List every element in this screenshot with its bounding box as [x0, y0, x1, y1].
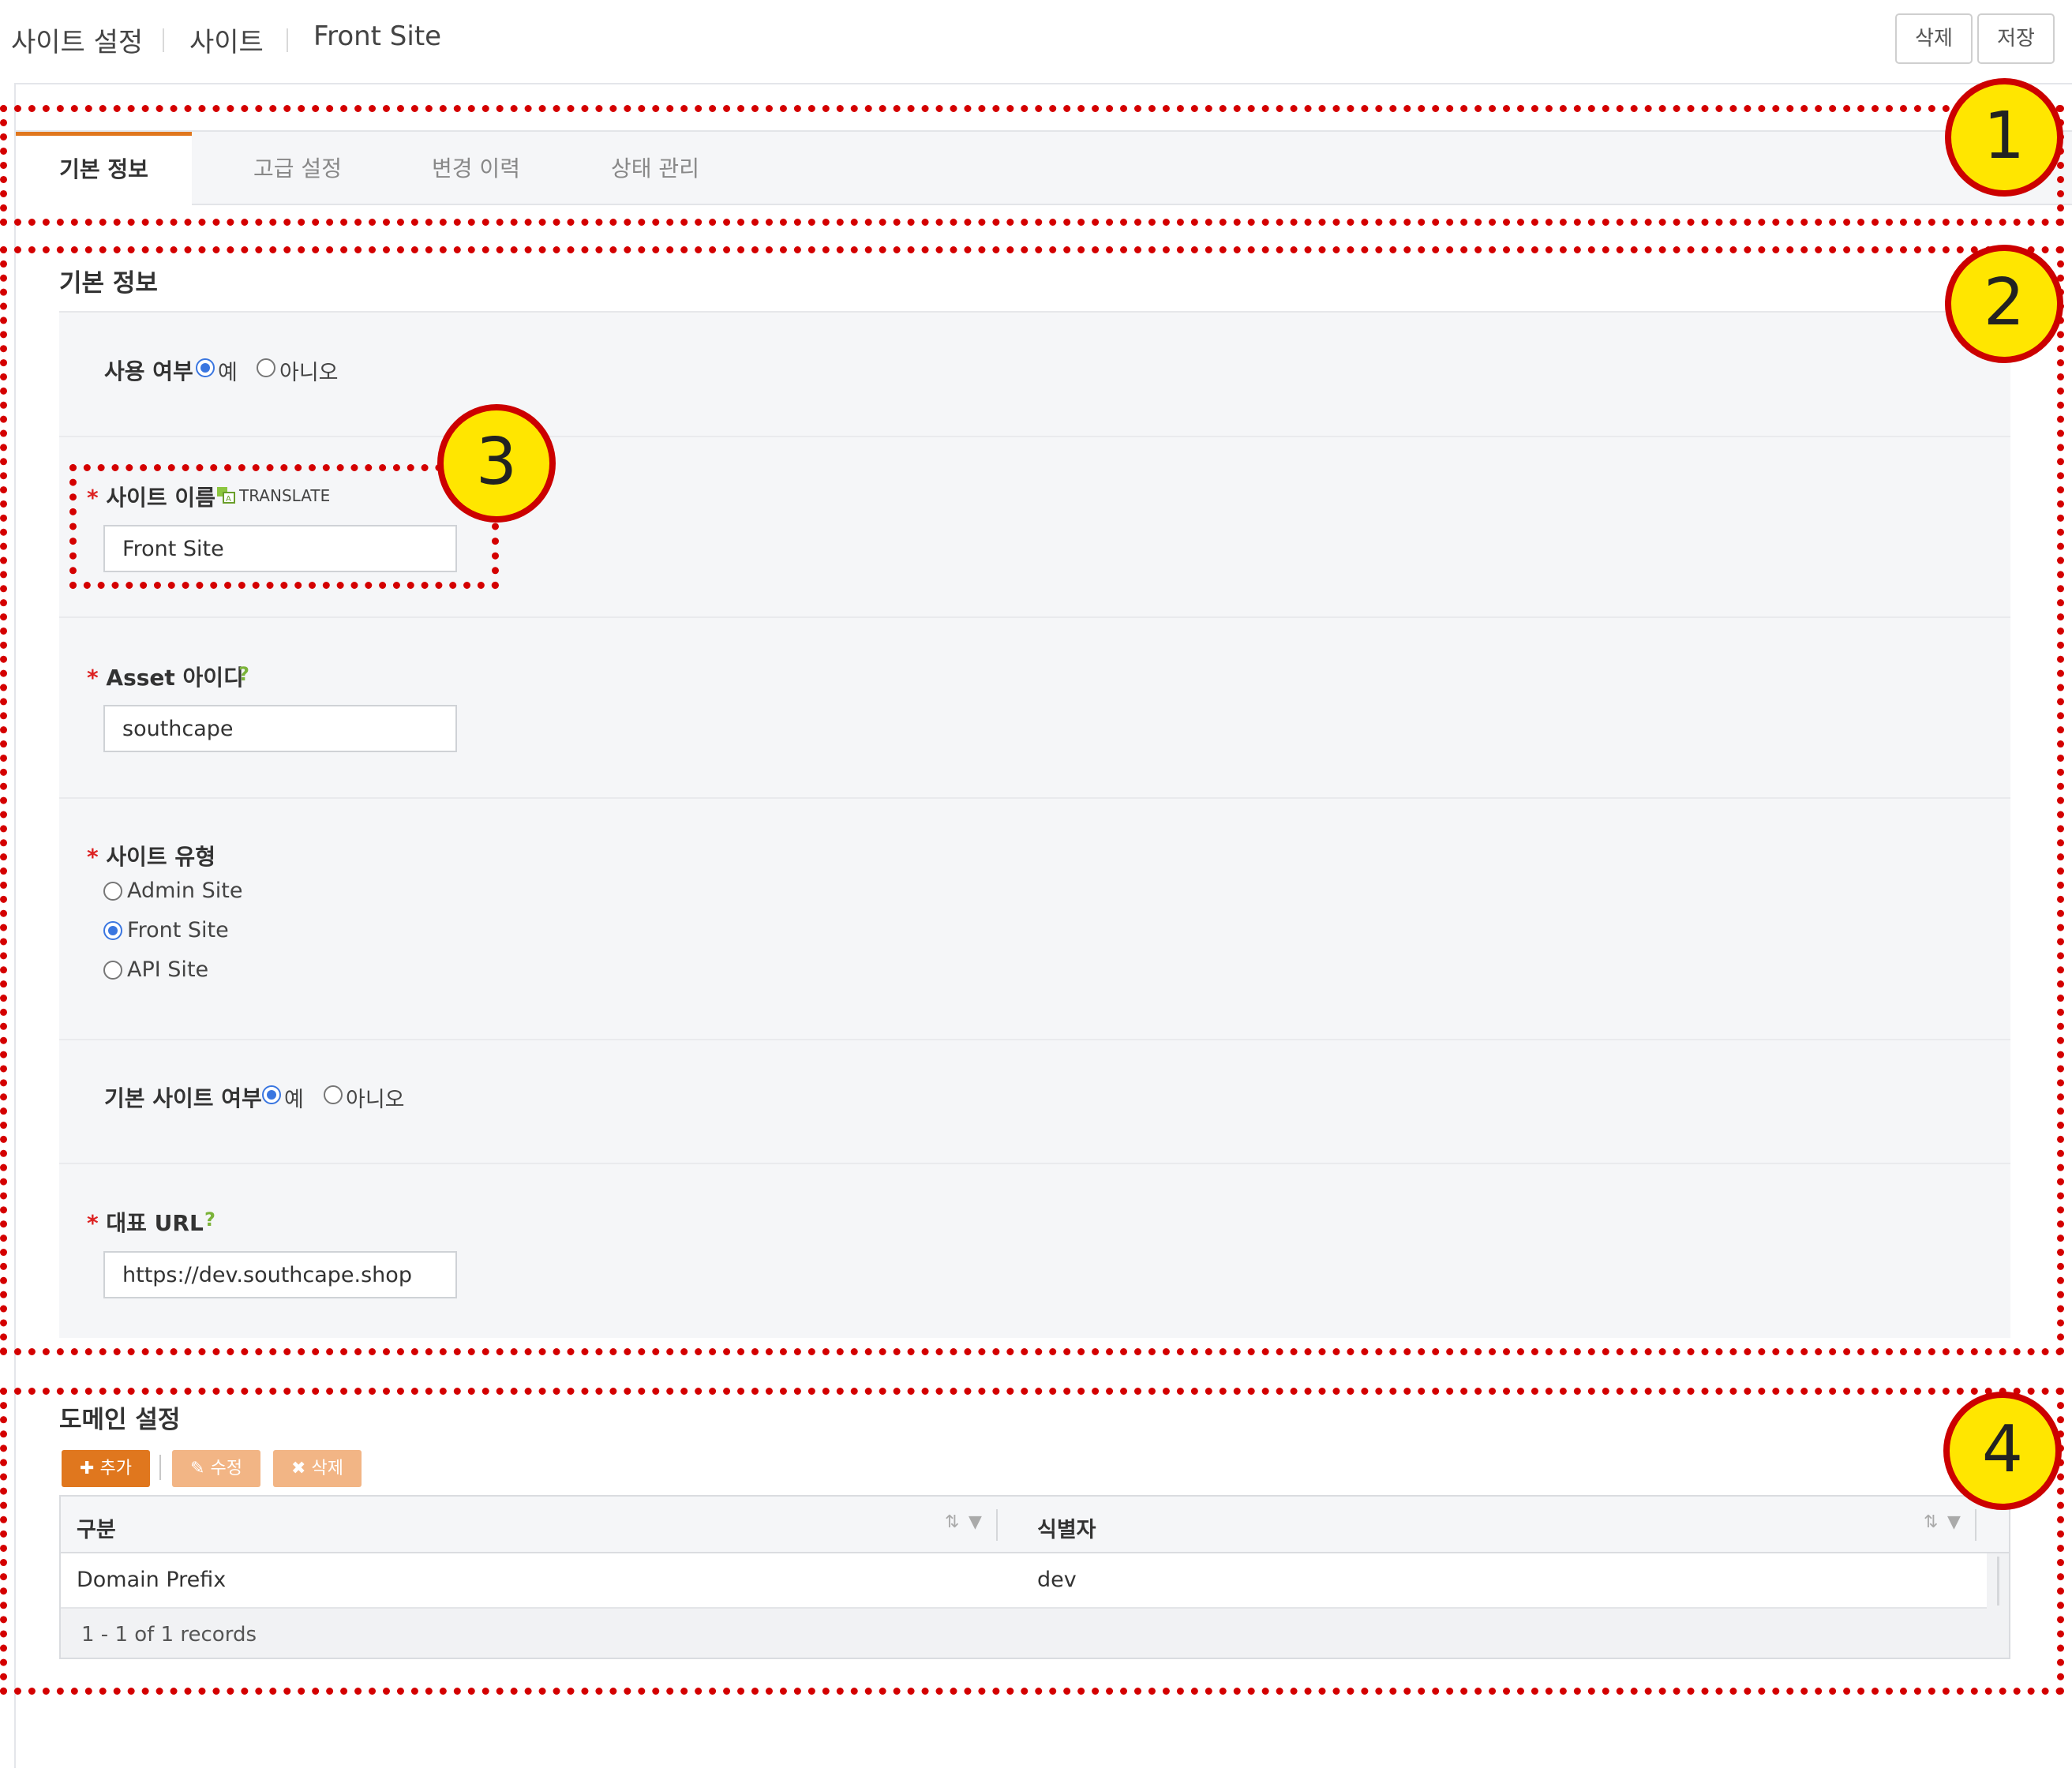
annotation-box-4	[0, 1388, 2064, 1695]
annotation-badge-3: 3	[437, 404, 556, 523]
breadcrumb-item-site[interactable]: 사이트	[189, 21, 264, 59]
breadcrumb-separator	[163, 28, 164, 52]
save-button[interactable]: 저장	[1977, 13, 2055, 64]
breadcrumb-item-site-settings[interactable]: 사이트 설정	[11, 21, 143, 59]
breadcrumb-separator	[287, 28, 288, 52]
annotation-badge-2: 2	[1945, 245, 2063, 363]
annotation-box-2	[0, 246, 2064, 1355]
delete-button[interactable]: 삭제	[1895, 13, 1973, 64]
page-title: Front Site	[313, 21, 442, 52]
annotation-badge-4: 4	[1943, 1392, 2062, 1510]
annotation-box-1	[0, 105, 2064, 226]
annotation-badge-1: 1	[1945, 78, 2063, 197]
top-bar: 사이트 설정 사이트 Front Site 삭제 저장	[0, 0, 2072, 83]
annotation-box-3	[69, 464, 499, 589]
